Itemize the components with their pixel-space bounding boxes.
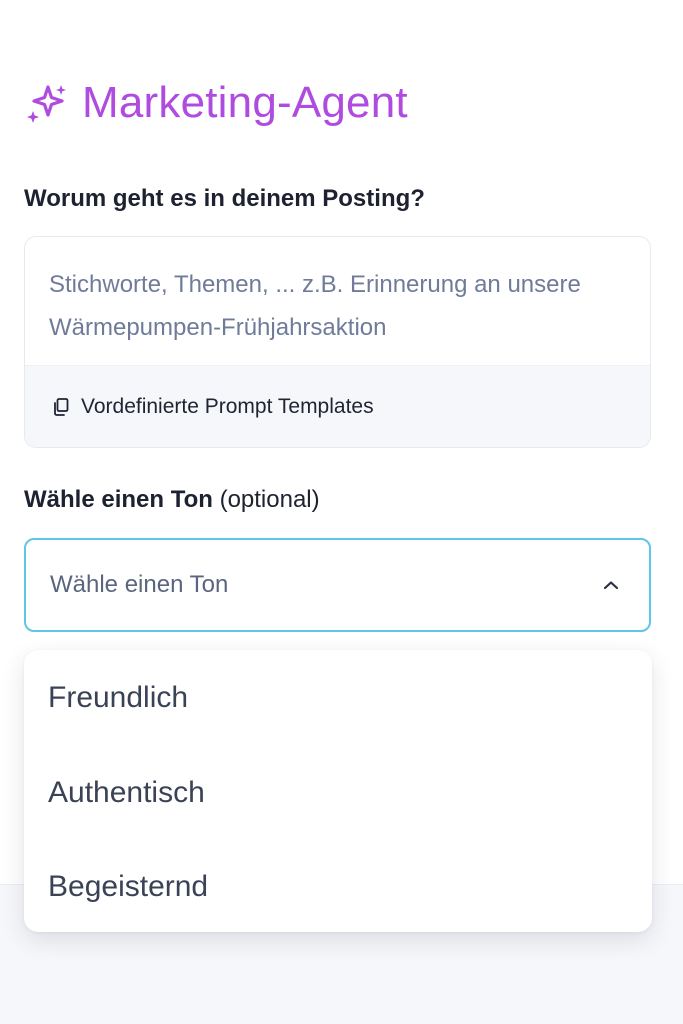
tone-label-optional: (optional) <box>219 486 320 513</box>
chevron-up-icon <box>599 573 623 597</box>
page-title: Marketing-Agent <box>82 78 408 127</box>
topic-label: Worum geht es in deinem Posting? <box>24 185 425 212</box>
sparkles-icon <box>24 81 68 125</box>
tone-option-begeisternd[interactable]: Begeisternd <box>24 840 652 934</box>
topic-textarea[interactable] <box>25 237 650 367</box>
tone-label-main: Wähle einen Ton <box>24 486 213 513</box>
tone-select-value: Wähle einen Ton <box>50 571 229 598</box>
copy-document-icon <box>51 396 73 418</box>
topic-input-card: Vordefinierte Prompt Templates <box>24 236 651 448</box>
marketing-agent-panel: Marketing-Agent Worum geht es in deinem … <box>0 0 683 1024</box>
tone-option-authentisch[interactable]: Authentisch <box>24 746 652 840</box>
tone-option-freundlich[interactable]: Freundlich <box>24 650 652 746</box>
prompt-templates-label: Vordefinierte Prompt Templates <box>81 394 374 418</box>
panel-header: Marketing-Agent <box>24 78 408 128</box>
tone-label: Wähle einen Ton (optional) <box>24 486 320 514</box>
tone-dropdown-menu: Freundlich Authentisch Begeisternd <box>24 650 652 932</box>
tone-select[interactable]: Wähle einen Ton <box>24 538 651 632</box>
prompt-templates-button[interactable]: Vordefinierte Prompt Templates <box>25 365 650 447</box>
